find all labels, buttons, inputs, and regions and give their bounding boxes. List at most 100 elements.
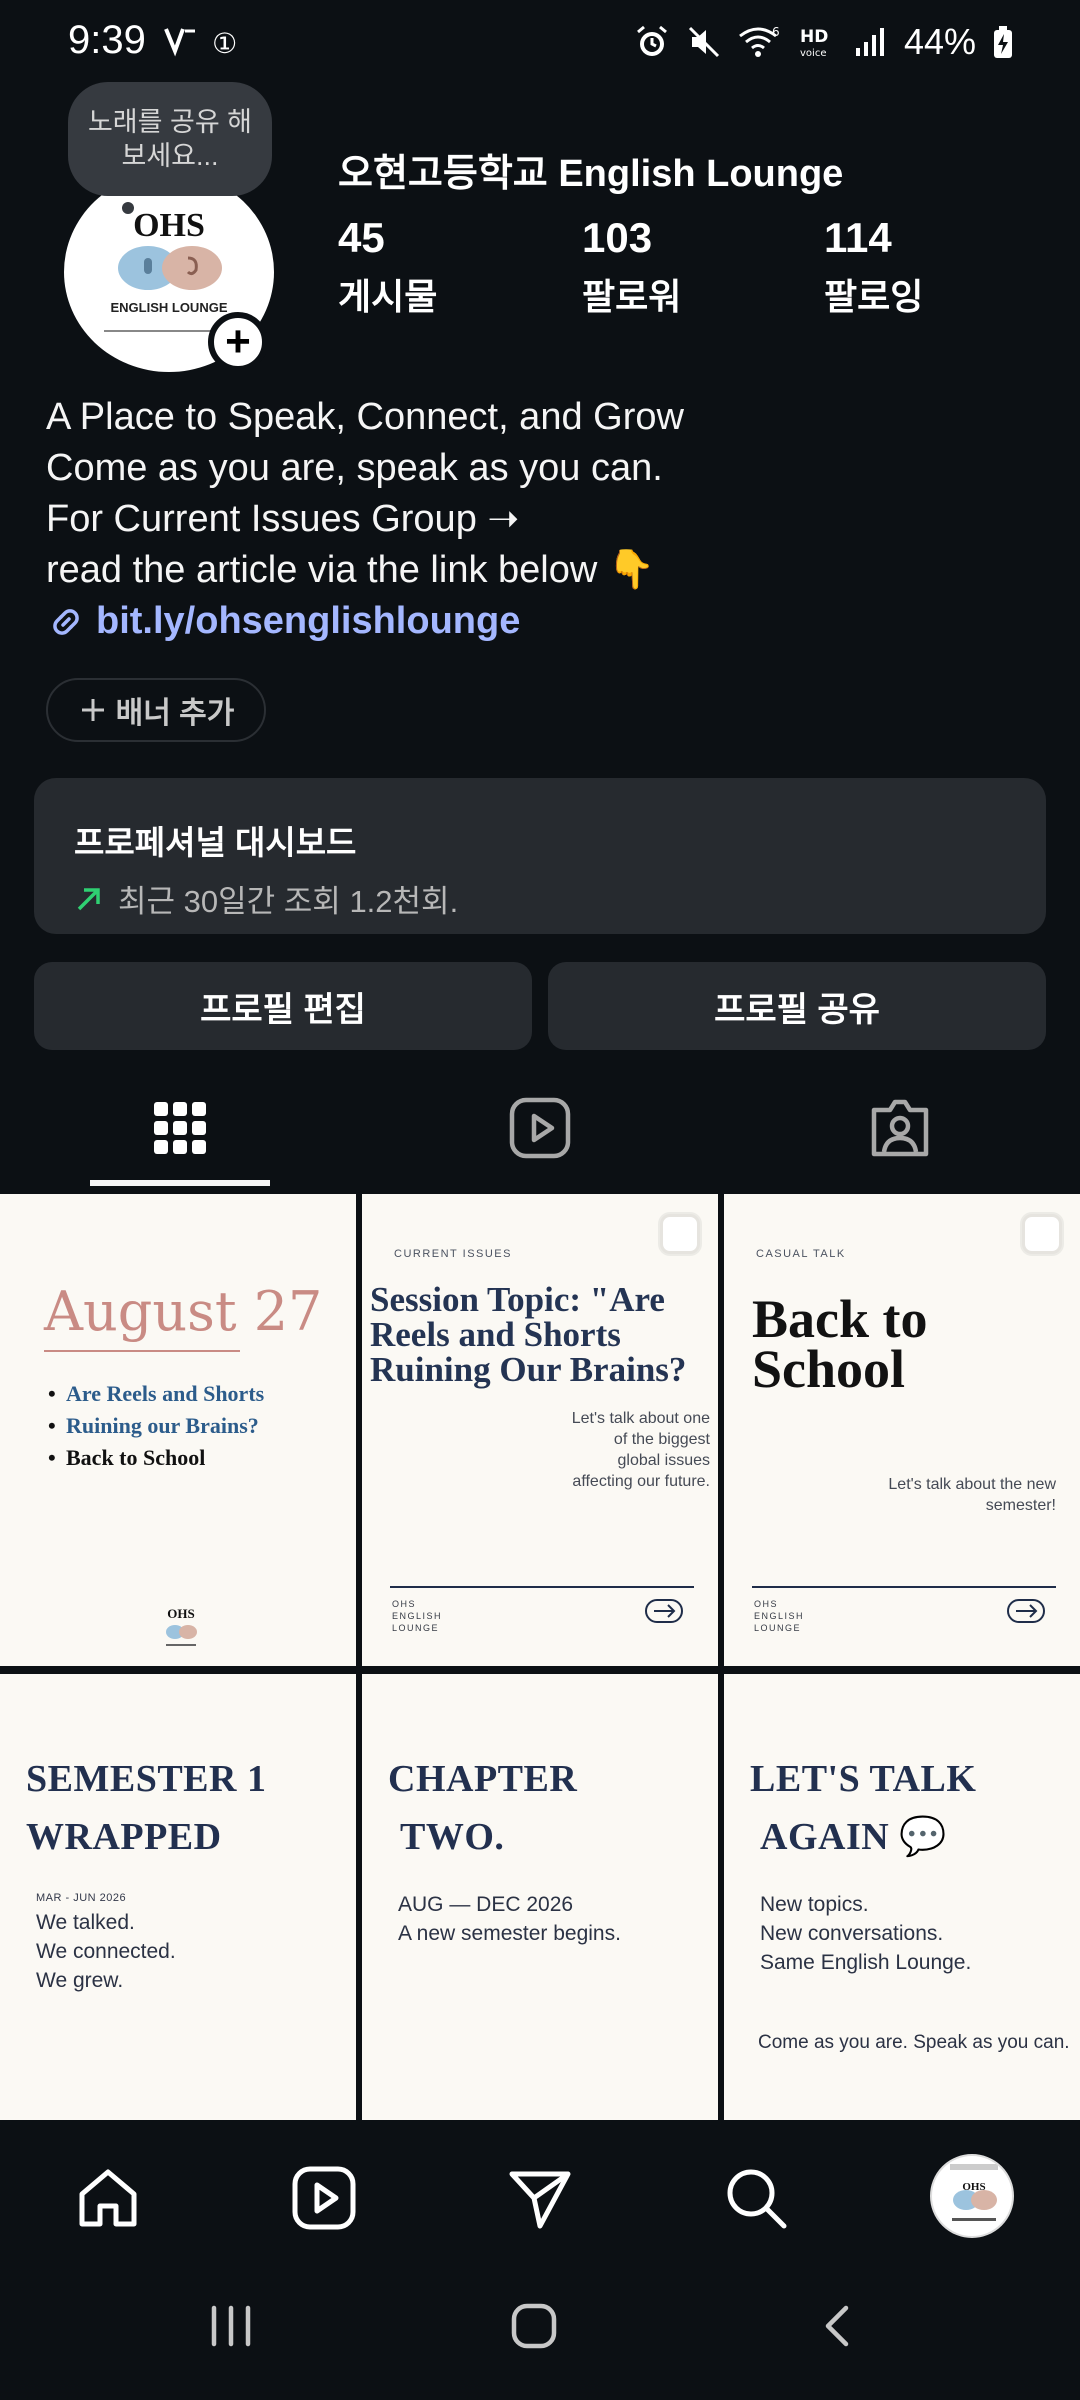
bio-line: For Current Issues Group ➝ [46, 498, 520, 540]
svg-text:OHS: OHS [962, 2181, 985, 2193]
select-checkbox[interactable] [660, 1214, 700, 1254]
search-icon [727, 2169, 787, 2229]
svg-text:voice: voice [800, 48, 826, 59]
ohs-logo-icon: OHS [950, 2164, 998, 2221]
status-icons: 6 HD voice 44% [634, 20, 1014, 64]
post-eyebrow: CURRENT ISSUES [394, 1248, 512, 1260]
post-title: CHAPTER TWO. [388, 1750, 577, 1866]
nav-profile-avatar[interactable]: OHS [930, 2154, 1014, 2238]
nav-home[interactable] [72, 2162, 144, 2234]
volte-icon [164, 28, 195, 57]
stat-posts-count: 45 [338, 214, 385, 261]
post-tile[interactable]: CASUAL TALK Back to School Let's talk ab… [724, 1194, 1080, 1666]
post-text-line: We grew. [36, 1969, 124, 1992]
post-text: We talked. We connected. We grew. [36, 1908, 176, 1995]
note-bubble[interactable]: 노래를 공유 해보세요... [68, 82, 272, 196]
nav-direct-messages[interactable] [504, 2162, 576, 2234]
sim-indicator: ① [212, 28, 238, 59]
post-tile[interactable]: CHAPTER TWO. AUG — DEC 2026 A new semest… [362, 1674, 718, 2120]
wifi-icon: 6 [739, 25, 780, 57]
post-text-line: New conversations. [760, 1922, 944, 1945]
post-text-line: We talked. [36, 1911, 135, 1934]
stat-posts[interactable]: 45 게시물 [338, 214, 437, 320]
tab-reels[interactable] [500, 1088, 580, 1168]
profile-bio: A Place to Speak, Connect, and Grow Come… [46, 392, 684, 596]
post-footer: OHS ENGLISH LOUNGE [754, 1599, 805, 1633]
mute-icon [688, 26, 719, 58]
stat-following-count: 114 [824, 214, 892, 261]
note-bubble-tail [122, 202, 134, 214]
back-icon[interactable] [816, 2302, 856, 2350]
post-text-line: We connected. [36, 1940, 176, 1963]
post-title-line: TWO. [400, 1816, 505, 1858]
recent-apps-icon[interactable] [206, 2302, 256, 2350]
dashboard-subtitle: 최근 30일간 조회 1.2천회. [118, 884, 459, 919]
divider [44, 1350, 240, 1352]
post-tile[interactable]: August 27 Are Reels and Shorts Ruining o… [0, 1194, 356, 1666]
home-button-icon[interactable] [510, 2302, 558, 2350]
list-item: Are Reels and Shorts [48, 1378, 264, 1410]
stat-followers-count: 103 [582, 214, 653, 261]
bio-line: A Place to Speak, Connect, and Grow [46, 396, 684, 438]
svg-text:ENGLISH LOUNGE: ENGLISH LOUNGE [110, 300, 227, 315]
alarm-icon [636, 25, 667, 56]
post-title: SEMESTER 1 WRAPPED [26, 1750, 266, 1866]
status-bar: 9:39 ① 6 HD voice 44% [0, 0, 1080, 86]
nav-reels[interactable] [288, 2162, 360, 2234]
add-story-button[interactable]: + [208, 312, 268, 372]
svg-text:HD: HD [800, 27, 828, 47]
stat-following[interactable]: 114 팔로잉 [824, 214, 923, 320]
status-time: 9:39 ① [68, 18, 237, 63]
ohs-logo-icon: OHS [166, 1606, 197, 1646]
profile-name: 오현고등학교 English Lounge [338, 153, 844, 195]
divider [752, 1586, 1056, 1588]
post-tile[interactable]: LET'S TALK AGAIN 💬 New topics. New conve… [724, 1674, 1080, 2120]
post-text-line: A new semester begins. [398, 1922, 621, 1945]
clock-text: 9:39 [68, 18, 146, 62]
tab-posts-grid[interactable] [140, 1088, 220, 1168]
trend-up-icon [77, 887, 100, 910]
list-item: Back to School [48, 1442, 264, 1474]
arrow-right-icon [645, 1599, 683, 1623]
tagged-person-icon [871, 1099, 929, 1157]
post-date: MAR - JUN 2026 [36, 1892, 127, 1904]
bio-link-text: bit.ly/ohsenglishlounge [96, 600, 521, 642]
post-title: LET'S TALK AGAIN 💬 [750, 1750, 976, 1866]
stat-followers[interactable]: 103 팔로워 [582, 214, 681, 320]
stat-following-label: 팔로잉 [824, 276, 924, 317]
hd-voice-icon: HD voice [800, 27, 828, 59]
profile-tabs [0, 1070, 1080, 1186]
add-banner-button[interactable]: 배너 추가 [46, 678, 266, 742]
stat-posts-label: 게시물 [338, 276, 438, 317]
post-title-line: AGAIN 💬 [760, 1816, 947, 1858]
battery-percent: 44% [903, 21, 976, 62]
system-navigation-bar [0, 2262, 1080, 2400]
dashboard-stats: 최근 30일간 조회 1.2천회. [74, 876, 1006, 921]
post-text-line: Same English Lounge. [760, 1951, 972, 1974]
grid-icon [154, 1102, 206, 1154]
post-tile[interactable]: SEMESTER 1 WRAPPED MAR - JUN 2026 We tal… [0, 1674, 356, 2120]
edit-profile-button[interactable]: 프로필 편집 [34, 962, 532, 1050]
post-title: Session Topic: "Are Reels and Shorts Rui… [370, 1280, 687, 1389]
add-banner-label: 배너 추가 [115, 697, 235, 730]
post-footer: OHS ENGLISH LOUNGE [392, 1599, 443, 1633]
post-list: Are Reels and Shorts Ruining our Brains?… [48, 1378, 264, 1474]
post-text-line: New topics. [760, 1893, 869, 1916]
professional-dashboard[interactable]: 프로페셔널 대시보드 최근 30일간 조회 1.2천회. [34, 778, 1046, 934]
bio-link[interactable]: bit.ly/ohsenglishlounge [46, 600, 520, 643]
post-description: Let's talk about one of the biggest glob… [571, 1410, 710, 1490]
nav-search[interactable] [720, 2162, 792, 2234]
svg-text:OHS: OHS [167, 1606, 194, 1621]
post-title-line: WRAPPED [26, 1816, 222, 1858]
post-tile[interactable]: CURRENT ISSUES Session Topic: "Are Reels… [362, 1194, 718, 1666]
share-profile-button[interactable]: 프로필 공유 [548, 962, 1046, 1050]
stat-followers-label: 팔로워 [582, 276, 682, 317]
home-icon [79, 2169, 137, 2227]
select-checkbox[interactable] [1022, 1214, 1062, 1254]
post-text: AUG — DEC 2026 A new semester begins. [398, 1890, 621, 1948]
post-title-line: SEMESTER 1 [26, 1758, 267, 1800]
battery-charging-icon [994, 26, 1012, 58]
reels-icon [292, 2166, 356, 2230]
tab-tagged[interactable] [860, 1088, 940, 1168]
list-item-continued: Ruining our Brains? [66, 1413, 259, 1438]
